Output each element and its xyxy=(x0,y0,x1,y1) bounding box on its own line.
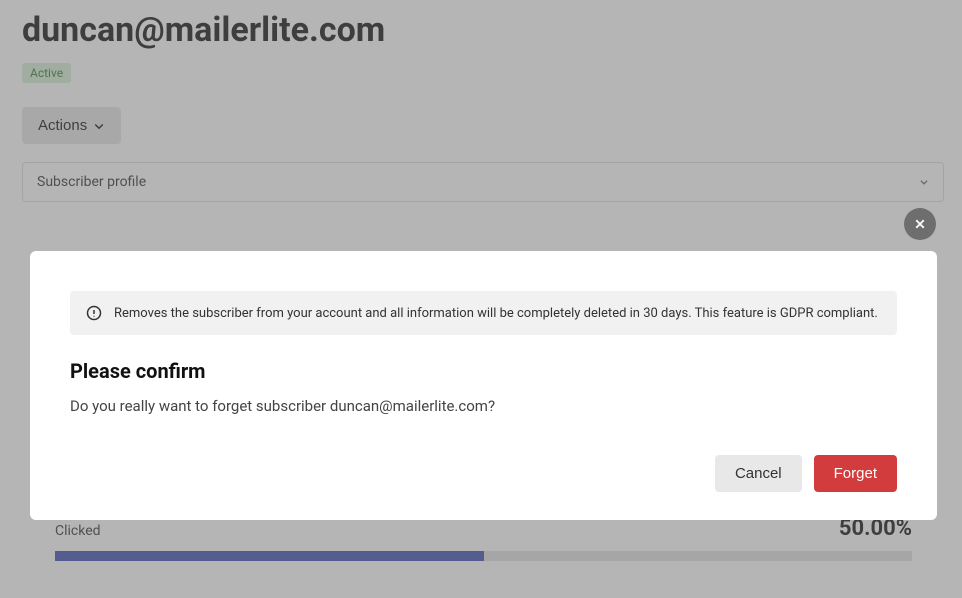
modal-footer: Cancel Forget xyxy=(70,455,897,492)
close-icon xyxy=(914,218,926,230)
cancel-button[interactable]: Cancel xyxy=(715,455,802,492)
modal-title: Please confirm xyxy=(70,359,897,383)
close-button[interactable] xyxy=(904,208,936,240)
forget-button[interactable]: Forget xyxy=(814,455,897,492)
confirm-modal: Removes the subscriber from your account… xyxy=(30,251,937,520)
info-banner: Removes the subscriber from your account… xyxy=(70,291,897,335)
modal-body: Do you really want to forget subscriber … xyxy=(70,397,897,415)
info-icon xyxy=(86,305,102,321)
info-text: Removes the subscriber from your account… xyxy=(114,306,878,321)
